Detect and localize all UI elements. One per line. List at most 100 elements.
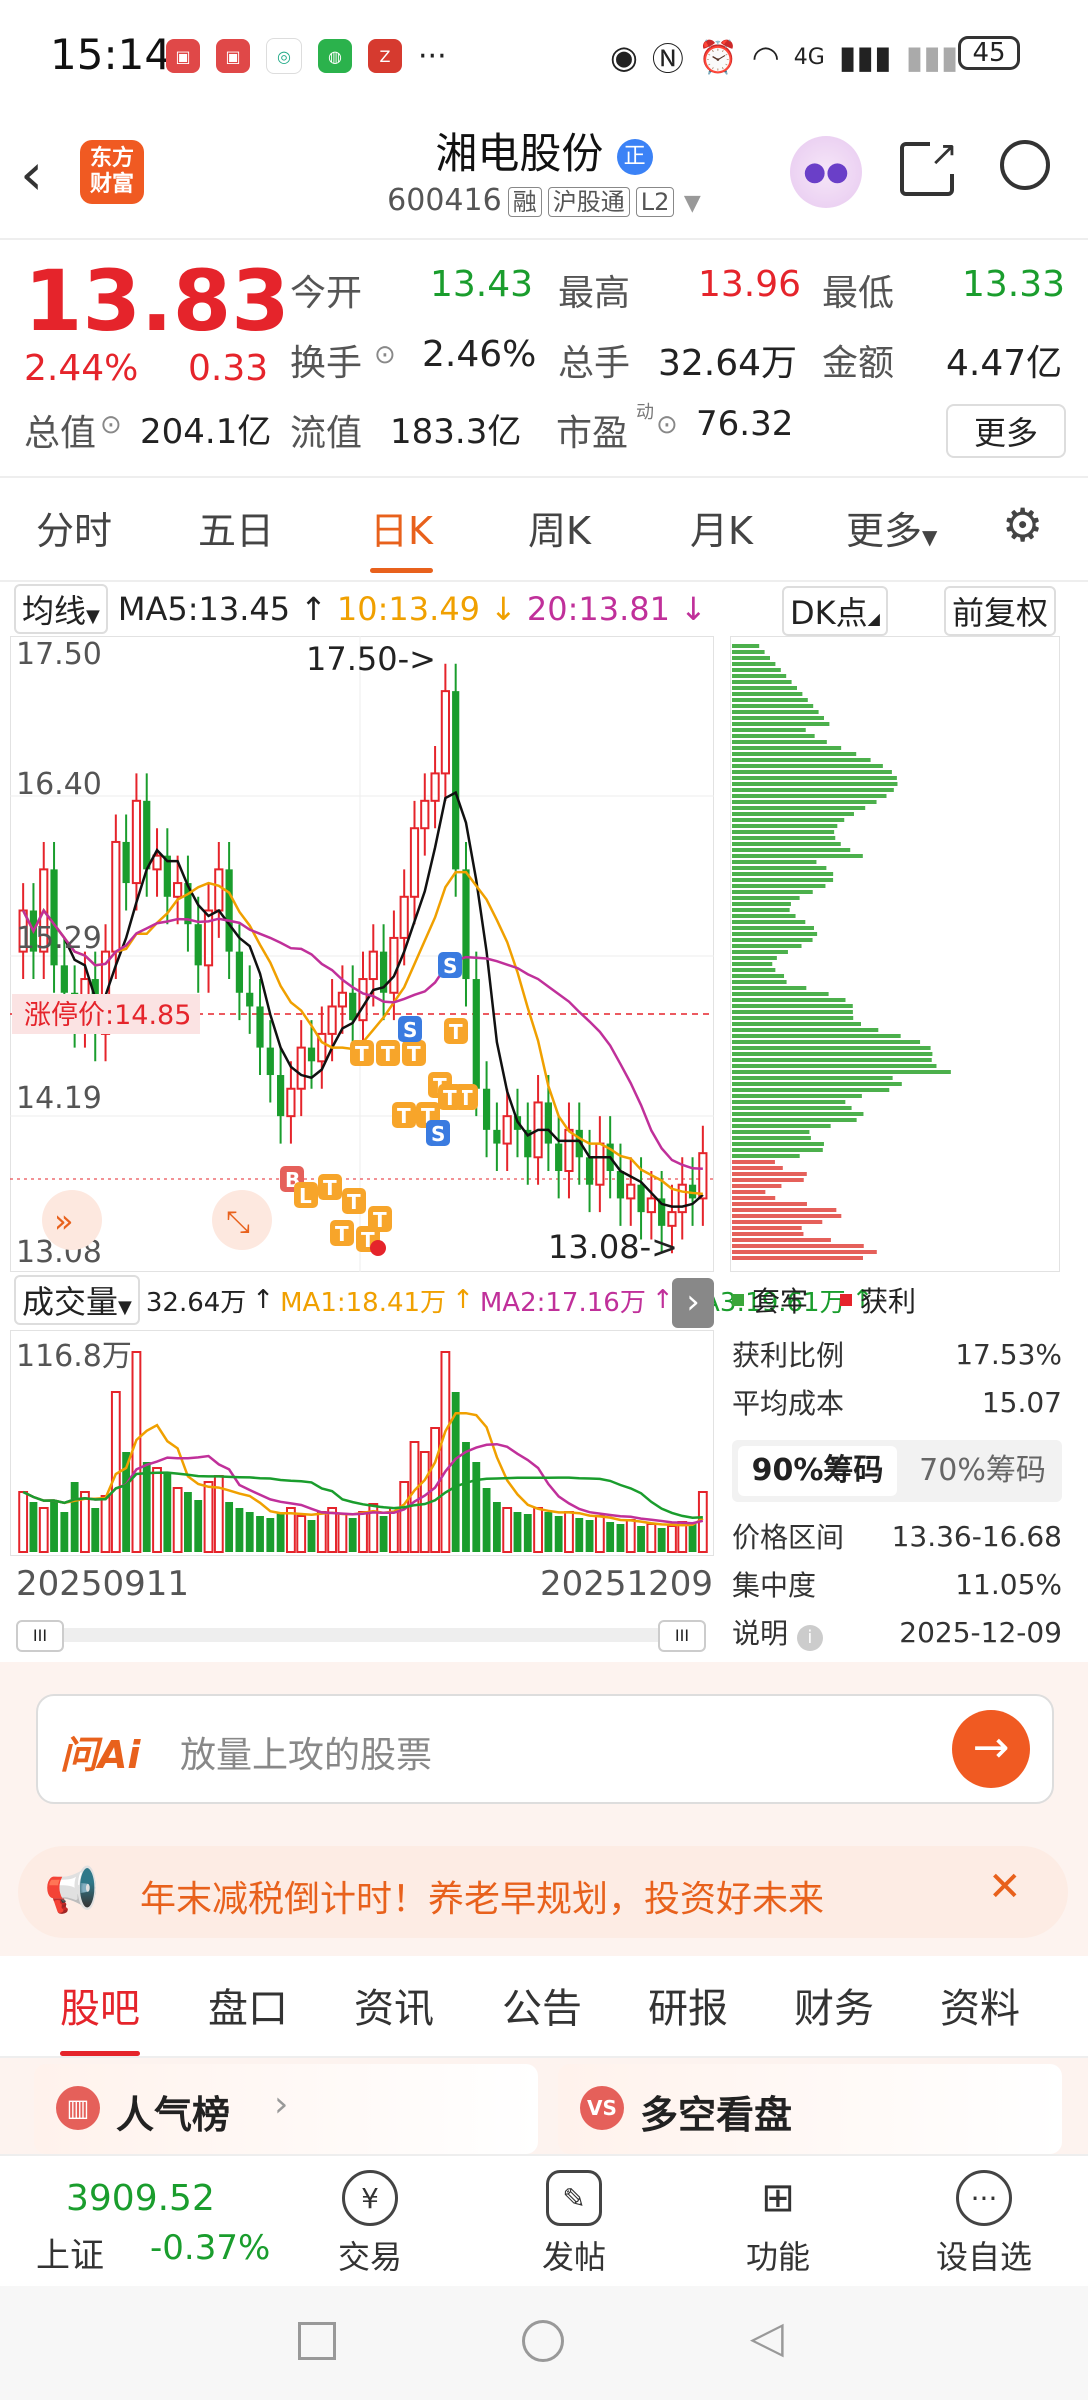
tab-70-chip[interactable]: 70%筹码: [903, 1446, 1062, 1496]
adjust-button[interactable]: 前复权: [944, 586, 1057, 636]
trade-marker[interactable]: T: [402, 1040, 426, 1066]
nav-trade[interactable]: ¥ 交易: [300, 2170, 440, 2278]
volume-current: 32.64万: [145, 1287, 247, 1318]
nav-functions[interactable]: ⊞ 功能: [708, 2170, 848, 2278]
trade-marker[interactable]: T: [392, 1102, 416, 1128]
volume-bar: [100, 1495, 111, 1553]
more-dots-icon: ···: [418, 38, 447, 74]
chip-bar: [732, 1052, 933, 1056]
trade-marker[interactable]: T: [376, 1040, 400, 1066]
trade-marker[interactable]: L: [294, 1182, 318, 1208]
chip-bar: [732, 746, 842, 750]
volume-max-label: 116.8万: [16, 1339, 132, 1374]
trade-marker[interactable]: S: [398, 1016, 422, 1042]
tab-announcements[interactable]: 公告: [502, 1976, 582, 2034]
tab-daily-k[interactable]: 日K: [370, 500, 433, 573]
candle-body: [482, 1088, 491, 1130]
tab-90-chip[interactable]: 90%筹码: [738, 1446, 897, 1496]
search-icon[interactable]: [1000, 140, 1050, 190]
edit-icon: ✎: [546, 2170, 602, 2226]
expand-right-button[interactable]: ›: [672, 1278, 714, 1328]
share-icon[interactable]: ↗: [900, 134, 958, 196]
concentration-row: 集中度 11.05%: [732, 1564, 1062, 1604]
nav-watchlist[interactable]: ··· 设自选: [914, 2170, 1054, 2278]
nav-post[interactable]: ✎ 发帖: [504, 2170, 644, 2278]
popularity-card[interactable]: ▥ 人气榜 ›: [34, 2064, 538, 2154]
candle-body: [307, 1047, 316, 1062]
back-nav-icon[interactable]: ◁: [750, 2312, 784, 2363]
tab-intraday[interactable]: 分时: [36, 500, 112, 555]
range-handle-right[interactable]: III: [658, 1620, 706, 1652]
chip-bar: [732, 818, 845, 822]
index-ticker[interactable]: 3909.52 上证 -0.37%: [0, 2156, 290, 2286]
kline-chart[interactable]: STTTSTTTTTSBLTTTTTT 17.50 16.40 15.29 14…: [10, 636, 714, 1272]
volume-chart[interactable]: 116.8万: [10, 1330, 714, 1556]
promo-banner[interactable]: 📢 年末减税倒计时！养老早规划，投资好未来 ✕: [18, 1846, 1068, 1938]
price-range-row: 价格区间 13.36-16.68: [732, 1516, 1062, 1556]
info-icon[interactable]: i: [796, 1625, 823, 1651]
candle-body: [585, 1157, 594, 1185]
chip-bar: [732, 758, 871, 762]
tab-orderbook[interactable]: 盘口: [208, 1976, 288, 2034]
trade-marker[interactable]: S: [426, 1120, 450, 1146]
dropdown-icon: ▼: [118, 1297, 132, 1318]
tab-5day[interactable]: 五日: [198, 500, 274, 555]
megaphone-icon: 📢: [44, 1865, 99, 1916]
bull-bear-card[interactable]: VS 多空看盘: [558, 2064, 1062, 2154]
chip-bar: [732, 1142, 824, 1146]
event-dot[interactable]: [370, 1240, 386, 1256]
info-icon[interactable]: ⊙: [374, 340, 396, 370]
chip-bar: [732, 1160, 775, 1164]
trade-marker[interactable]: S: [438, 952, 462, 978]
chip-bar: [732, 944, 802, 948]
ai-search-box[interactable]: 问Ai 放量上攻的股票 →: [36, 1694, 1054, 1804]
fullscreen-icon[interactable]: ⤡: [226, 1205, 250, 1240]
tab-forum[interactable]: 股吧: [60, 1976, 140, 2056]
tab-research[interactable]: 研报: [648, 1976, 728, 2034]
volume-bar: [337, 1513, 348, 1553]
trade-marker[interactable]: T: [444, 1018, 468, 1044]
dk-button[interactable]: DK点◢: [782, 586, 888, 636]
tab-financials[interactable]: 财务: [794, 1976, 874, 2034]
trade-marker[interactable]: T: [318, 1174, 342, 1200]
tab-monthly-k[interactable]: 月K: [690, 500, 753, 555]
tab-more[interactable]: 更多▼: [846, 500, 937, 555]
price-range-value: 13.36-16.68: [891, 1519, 1062, 1553]
chip-legend: 套牢 获利: [732, 1280, 1062, 1320]
recents-icon[interactable]: [298, 2322, 336, 2360]
chip-bar: [732, 1100, 846, 1104]
ai-robot-icon[interactable]: ●●: [790, 136, 862, 208]
settings-gear-icon[interactable]: ⚙: [1002, 498, 1043, 552]
arrow-up-icon: ↑: [452, 1285, 474, 1315]
tab-news[interactable]: 资讯: [354, 1976, 434, 2034]
tab-weekly-k[interactable]: 周K: [528, 500, 591, 555]
range-scrollbar[interactable]: III III: [16, 1620, 706, 1652]
home-icon[interactable]: [522, 2320, 564, 2362]
more-button[interactable]: 更多: [946, 404, 1066, 458]
chip-bar: [732, 1130, 810, 1134]
range-handle-left[interactable]: III: [16, 1620, 64, 1652]
chip-bar: [732, 956, 777, 960]
info-icon[interactable]: ⊙: [100, 410, 122, 440]
trade-marker[interactable]: T: [438, 1084, 462, 1110]
submit-arrow-icon[interactable]: →: [952, 1710, 1030, 1788]
double-chevron-icon[interactable]: »: [54, 1202, 74, 1240]
trade-marker-letter: S: [431, 1122, 445, 1146]
note-label: 说明: [732, 1617, 789, 1650]
trade-marker[interactable]: T: [350, 1040, 374, 1066]
volume-bar: [307, 1520, 316, 1552]
tab-profile[interactable]: 资料: [940, 1976, 1020, 2034]
candle-body: [626, 1183, 636, 1200]
trade-marker[interactable]: T: [342, 1188, 366, 1214]
close-icon[interactable]: ✕: [988, 1864, 1022, 1910]
candle-body: [143, 800, 151, 870]
chip-tabs: 90%筹码 70%筹码: [732, 1440, 1062, 1502]
chip-bar: [732, 842, 841, 846]
info-icon[interactable]: ⊙: [656, 410, 678, 440]
chip-bar: [732, 1118, 857, 1122]
volume-selector[interactable]: 成交量▼: [14, 1275, 140, 1325]
avg-cost-value: 15.07: [981, 1385, 1062, 1419]
low-value: 13.33: [962, 264, 1066, 305]
ma-selector[interactable]: 均线▼: [14, 584, 108, 634]
trade-marker[interactable]: T: [330, 1220, 354, 1246]
